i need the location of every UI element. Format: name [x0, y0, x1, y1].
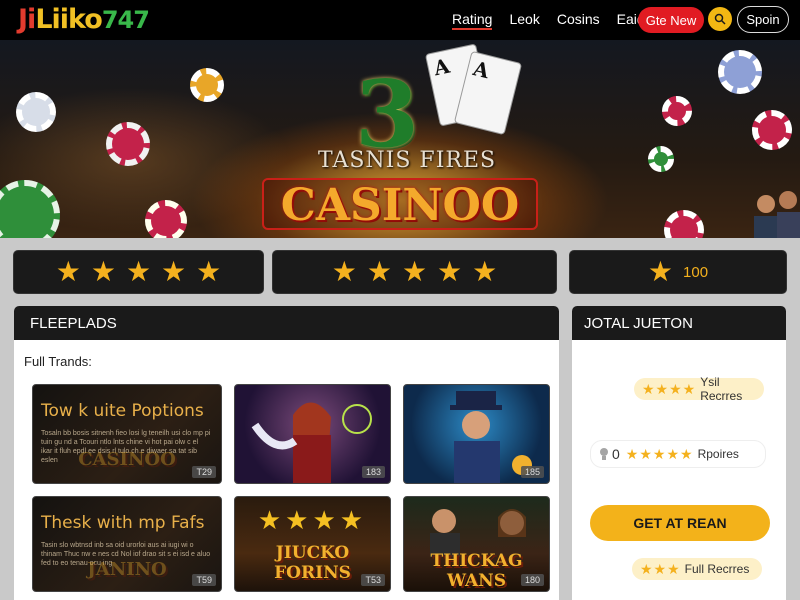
star-icon: ★	[196, 256, 222, 287]
tile-title: Thesk with mp Fafs	[41, 513, 205, 533]
responses-label: Rpoires	[697, 447, 739, 461]
site-logo[interactable]: JiLiiko747	[18, 4, 150, 35]
right-panel-title: JOTAL JUETON	[572, 306, 786, 340]
players-image	[752, 186, 800, 238]
tile-badge: 180	[520, 574, 544, 586]
left-panel: FLEEPLADS Full Trands: Tow k uite Poptio…	[14, 306, 559, 600]
top-navbar: JiLiiko747 Rating Leok Cosins Eaiqi Gte …	[0, 0, 800, 40]
star-icon: ★	[647, 256, 674, 287]
star-icon: ★	[437, 256, 463, 287]
register-button[interactable]: Gte New	[638, 7, 704, 33]
logo-part-3: 747	[101, 6, 150, 34]
reviews-pill-label: Ysil Recrres	[700, 375, 743, 403]
reviews-pill[interactable]: ★★★★ Ysil Recrres	[634, 375, 764, 403]
tile-badge: T53	[361, 574, 385, 586]
poker-chip-icon	[662, 96, 692, 126]
star-icon: ★	[90, 256, 116, 287]
tile-badge: T59	[192, 574, 216, 586]
right-panel: JOTAL JUETON ★★★★ Ysil Recrres 0 ★★★★★ R…	[572, 306, 786, 600]
star-icon: ★	[366, 256, 392, 287]
rating-box-3: ★ 100	[569, 250, 787, 294]
nav-item-rating[interactable]: Rating	[452, 11, 493, 30]
logo-part-1: Ji	[18, 4, 36, 35]
banner-title: CASINOO	[262, 178, 538, 231]
left-panel-title: FLEEPLADS	[14, 306, 559, 340]
star-icon: ★★★★★	[625, 445, 694, 462]
left-panel-subtitle: Full Trands:	[24, 354, 92, 369]
poker-chip-icon	[145, 200, 187, 238]
poker-chip-icon	[718, 50, 762, 94]
tile-badge: T29	[192, 466, 216, 478]
card-rank: A	[470, 56, 492, 84]
star-icon: ★★★★	[642, 380, 697, 397]
tile-badge: 185	[520, 466, 544, 478]
star-icon: ★	[401, 256, 428, 287]
star-icon: ★	[161, 256, 187, 287]
game-tile[interactable]: 185	[403, 384, 550, 484]
star-icon: ★	[472, 256, 498, 287]
banner-subtitle: TASNIS FIRES	[318, 148, 497, 173]
nav-item-2[interactable]: Leok	[509, 11, 539, 30]
character-image	[430, 509, 526, 557]
rating-box-1: ★ ★ ★ ★ ★	[13, 250, 264, 294]
star-icon: ★	[331, 256, 357, 287]
game-tile[interactable]: ★★★★ JIUCKO FORINS T53	[234, 496, 391, 592]
poker-chip-icon	[752, 110, 792, 150]
signin-button[interactable]: Spoin	[737, 6, 789, 33]
poker-chip-icon	[106, 122, 150, 166]
star-icon: ★	[125, 256, 152, 287]
game-tile[interactable]: THICKAG WANS 180	[403, 496, 550, 592]
full-reviews-label: Full Recrres	[684, 562, 750, 576]
tile-stars: ★★★★	[257, 505, 368, 535]
main-nav: Rating Leok Cosins Eaiqi	[452, 11, 665, 30]
full-reviews-pill[interactable]: ★★★ Full Recrres	[632, 558, 762, 580]
responses-pill[interactable]: 0 ★★★★★ Rpoires	[590, 440, 766, 468]
card-rank: A	[431, 53, 452, 81]
tile-title: Tow k uite Poptions	[41, 401, 204, 421]
tile-badge: 183	[361, 466, 385, 478]
nav-item-3[interactable]: Cosins	[557, 11, 600, 30]
responses-count: 0	[612, 446, 620, 462]
game-tile[interactable]: Tow k uite Poptions Tosaln bb bosis sitn…	[32, 384, 222, 484]
get-started-button[interactable]: GET AT REAN	[590, 505, 770, 541]
poker-chip-icon	[16, 92, 56, 132]
star-icon: ★	[55, 256, 81, 287]
poker-chip-icon	[664, 210, 704, 238]
game-tile[interactable]: 183	[234, 384, 391, 484]
poker-chip-icon	[190, 68, 224, 102]
logo-part-2: Liiko	[35, 4, 102, 35]
hero-banner[interactable]: 3 A A TASNIS FIRES CASINOO	[0, 40, 800, 238]
poker-chip-icon	[0, 180, 60, 238]
star-icon: ★★★	[640, 560, 681, 577]
search-icon[interactable]	[708, 7, 732, 31]
poker-chip-icon	[648, 146, 674, 172]
game-tile[interactable]: Thesk with mp Fafs Tasin slo wbtnsd inb …	[32, 496, 222, 592]
rating-score: 100	[683, 263, 709, 281]
rating-box-2: ★ ★ ★ ★ ★	[272, 250, 557, 294]
bulb-icon	[600, 448, 608, 460]
